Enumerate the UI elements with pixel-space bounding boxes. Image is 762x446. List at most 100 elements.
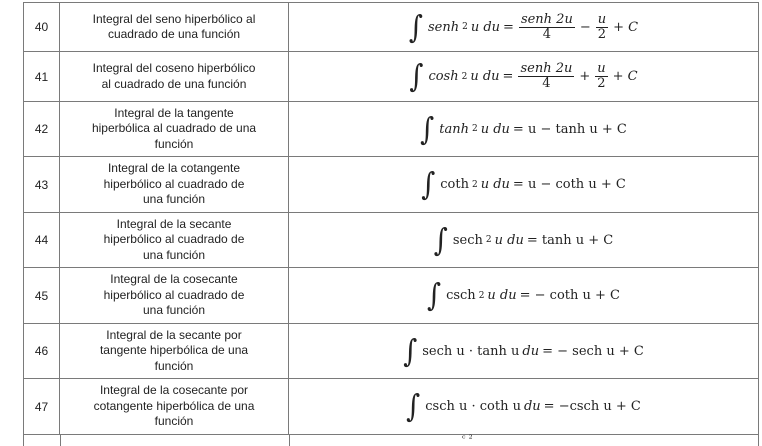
integrand: tanh (439, 121, 469, 137)
exponent: 2 (471, 124, 478, 134)
description-line: Integral de la tangente (114, 105, 234, 120)
denominator: 2 (597, 26, 607, 42)
integral-sign: ∫ (433, 222, 448, 258)
integral-formula-table: 40 Integral del seno hiperbólico al cuad… (23, 2, 759, 435)
row-number: 44 (23, 212, 60, 268)
description-line: al cuadrado de una función (101, 76, 247, 91)
integral-sign: ∫ (408, 9, 423, 45)
description-line: Integral de la cosecante (110, 272, 238, 287)
description-line: cuadrado de una función (107, 27, 241, 41)
operator: + (579, 69, 591, 84)
right-hand-side: = −csch u + C (543, 399, 641, 414)
numerator: senh 2u (518, 61, 575, 77)
row-description: Integral de la secante hiperbólico al cu… (59, 212, 289, 268)
description-line: una función (142, 303, 206, 318)
denominator: 2 (597, 76, 606, 91)
exponent: 2 (462, 22, 468, 32)
description-line: Integral de la secante (116, 216, 232, 231)
right-hand-side: = u − tanh u + C (512, 121, 627, 137)
constant-term: + C (612, 69, 638, 84)
right-hand-side: = − coth u + C (519, 288, 620, 303)
fraction: senh 2u 4 (518, 61, 575, 91)
row-description: Integral de la secante por tangente hipe… (59, 323, 289, 379)
exponent: 2 (485, 235, 492, 245)
row-number: 41 (23, 51, 60, 102)
row-description: Integral de la cosecante por cotangente … (59, 378, 289, 435)
differential: u du (470, 19, 501, 35)
integral-sign: ∫ (427, 277, 442, 314)
differential: u du (494, 232, 524, 248)
right-hand-side: = tanh u + C (526, 232, 614, 248)
row-formula: ∫ csch u · coth u du = −csch u + C (288, 378, 759, 435)
row-number: 43 (23, 156, 60, 213)
description-line: una función (142, 247, 206, 262)
row-number: 40 (23, 2, 60, 52)
fraction: senh 2u 4 (518, 11, 575, 42)
integrand: senh (427, 19, 460, 35)
description-line: hiperbólica al cuadrado de una (91, 121, 257, 136)
row-formula: ∫ senh 2 u du = senh 2u 4 − u2 + C (288, 2, 759, 52)
description-line: hiperbólico al cuadrado de (103, 176, 245, 191)
denominator: 4 (542, 76, 551, 91)
integrand: cosh (428, 69, 459, 84)
right-hand-side: = − sech u + C (542, 343, 644, 359)
integrand: csch (446, 288, 476, 303)
equals-sign: = (503, 19, 514, 35)
table-row: 45 Integral de la cosecante hiperbólico … (23, 267, 759, 324)
row-number: 45 (23, 267, 60, 324)
row-formula: ∫ sech 2 u du = tanh u + C (288, 212, 759, 268)
constant-term: + C (613, 19, 639, 35)
fraction: u2 (595, 11, 609, 42)
description-line: Integral de la secante por (106, 327, 242, 342)
row-formula: ∫ coth 2 u du = u − coth u + C (288, 156, 759, 213)
row-description: Integral de la cotangente hiperbólico al… (59, 156, 289, 213)
numerator: u (595, 11, 609, 28)
denominator: 4 (542, 26, 552, 42)
description-line: función (154, 358, 194, 373)
exponent: 2 (478, 290, 485, 301)
integral-sign: ∫ (420, 111, 435, 147)
row-formula: ∫ tanh 2 u du = u − tanh u + C (288, 101, 759, 157)
row-formula: ∫ sech u · tanh u du = − sech u + C (288, 323, 759, 379)
row-formula: ∫ csch 2 u du = − coth u + C (288, 267, 759, 324)
differential: u du (487, 288, 517, 303)
description-line: cotangente hiperbólica de una (93, 398, 255, 413)
integrand: sech (452, 232, 483, 248)
table-row: 43 Integral de la cotangente hiperbólico… (23, 156, 759, 213)
formula-sheet: 40 Integral del seno hiperbólico al cuad… (0, 0, 762, 446)
fraction: u2 (595, 61, 608, 91)
row-number: 46 (23, 323, 60, 379)
integral-sign: ∫ (403, 333, 418, 369)
description-line: función (154, 414, 194, 429)
numerator: u (595, 61, 608, 77)
integral-sign: ∫ (421, 166, 436, 203)
integrand: coth (440, 177, 469, 192)
differential: u du (470, 69, 500, 84)
description-line: una función (142, 192, 206, 207)
description-line: Integral del seno hiperbólico al (92, 11, 256, 26)
differential: du (522, 343, 540, 359)
table-row: 44 Integral de la secante hiperbólico al… (23, 212, 759, 268)
exponent: 2 (471, 179, 478, 190)
integrand: csch u · coth u (425, 399, 521, 414)
numerator: senh 2u (518, 11, 575, 28)
differential: u du (480, 121, 510, 137)
table-row: 41 Integral del coseno hiperbólico al cu… (23, 51, 759, 102)
exponent: 2 (461, 71, 468, 82)
table-row: 40 Integral del seno hiperbólico al cuad… (23, 2, 759, 52)
table-row: 46 Integral de la secante por tangente h… (23, 323, 759, 379)
row-description: Integral del seno hiperbólico al cuadrad… (59, 2, 289, 52)
table-row: 47 Integral de la cosecante por cotangen… (23, 378, 759, 435)
row-description: Integral de la cosecante hiperbólico al … (59, 267, 289, 324)
row-number: 42 (23, 101, 60, 157)
column-divider (289, 434, 290, 446)
right-hand-side: = u − coth u + C (512, 177, 626, 192)
description-line: hiperbólico al cuadrado de (103, 287, 245, 302)
integral-sign: ∫ (409, 58, 424, 95)
integral-sign: ∫ (406, 388, 421, 425)
description-line: hiperbólico al cuadrado de (103, 232, 245, 247)
column-divider (60, 434, 61, 446)
table-row: 42 Integral de la tangente hiperbólica a… (23, 101, 759, 157)
row-number: 47 (23, 378, 60, 435)
description-line: función (154, 136, 194, 151)
